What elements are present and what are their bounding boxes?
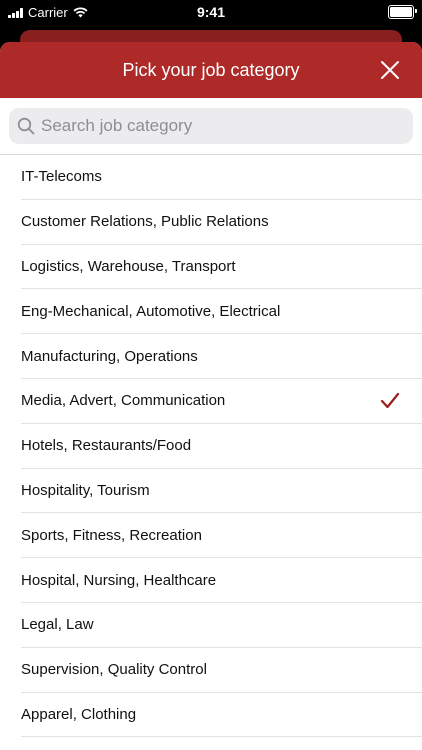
- close-icon[interactable]: [380, 60, 400, 80]
- category-label: Manufacturing, Operations: [21, 347, 198, 365]
- category-label: Apparel, Clothing: [21, 705, 137, 723]
- category-item[interactable]: Manufacturing, Operations: [21, 334, 422, 379]
- category-item[interactable]: Hospitality, Tourism: [21, 469, 422, 514]
- sheet-header: Pick your job category: [0, 42, 422, 98]
- category-item[interactable]: IT-Telecoms: [21, 155, 422, 200]
- page-title: Pick your job category: [122, 60, 300, 80]
- category-item[interactable]: Hospital, Nursing, Healthcare: [21, 558, 422, 603]
- category-item[interactable]: Supervision, Quality Control: [21, 648, 422, 693]
- category-label: Sports, Fitness, Recreation: [21, 526, 202, 544]
- search-icon: [17, 117, 35, 135]
- checkmark-icon: [380, 392, 400, 408]
- job-category-sheet: Pick your job category IT-Telecoms Custo…: [0, 42, 422, 750]
- category-label: Hospital, Nursing, Healthcare: [21, 571, 217, 589]
- status-right: [388, 5, 417, 19]
- category-item[interactable]: Customer Relations, Public Relations: [21, 200, 422, 245]
- battery-icon: [388, 5, 417, 19]
- status-time: 9:41: [196, 4, 226, 20]
- category-label: Legal, Law: [21, 616, 94, 634]
- category-label: Hospitality, Tourism: [21, 481, 150, 499]
- battery-fill: [390, 7, 412, 17]
- category-item[interactable]: Sports, Fitness, Recreation: [21, 513, 422, 559]
- search-box[interactable]: [9, 108, 413, 144]
- status-bar: Carrier 9:41: [0, 0, 422, 24]
- search-bar: [0, 98, 422, 155]
- category-item[interactable]: Hotels, Restaurants/Food: [21, 424, 422, 469]
- category-label: Customer Relations, Public Relations: [21, 213, 269, 231]
- category-label: Eng-Mechanical, Automotive, Electrical: [21, 302, 281, 320]
- category-label: IT-Telecoms: [21, 168, 102, 186]
- category-item[interactable]: Logistics, Warehouse, Transport: [21, 245, 422, 290]
- category-label: Hotels, Restaurants/Food: [21, 437, 192, 455]
- category-item[interactable]: Legal, Law: [21, 603, 422, 648]
- category-item[interactable]: Eng-Mechanical, Automotive, Electrical: [21, 289, 422, 335]
- category-label: Supervision, Quality Control: [21, 661, 207, 679]
- category-item-selected[interactable]: Media, Advert, Communication: [21, 379, 422, 424]
- search-input[interactable]: [41, 116, 405, 136]
- category-label: Logistics, Warehouse, Transport: [21, 257, 236, 275]
- category-item[interactable]: Apparel, Clothing: [21, 693, 422, 738]
- category-label: Media, Advert, Communication: [21, 392, 226, 410]
- category-list: IT-Telecoms Customer Relations, Public R…: [0, 155, 422, 738]
